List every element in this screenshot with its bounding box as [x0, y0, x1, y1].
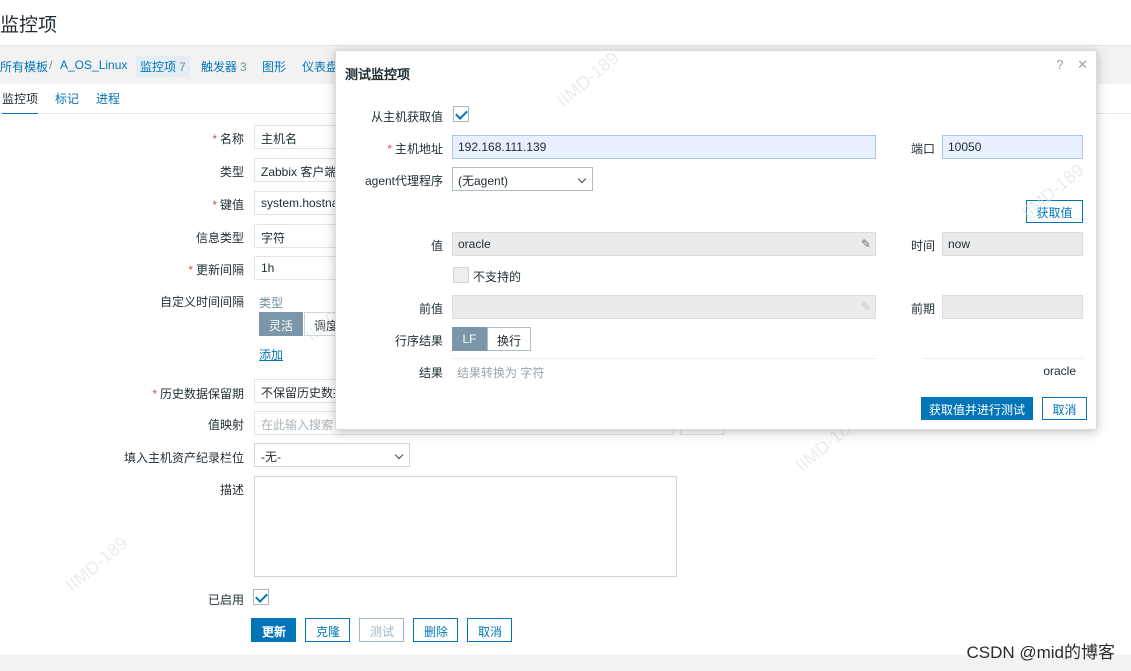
- port-input[interactable]: 10050: [942, 135, 1083, 159]
- info-type-label: 信息类型: [195, 231, 244, 245]
- edit-pencil-icon: ✎: [860, 300, 871, 314]
- tab-items[interactable]: 监控项: [2, 90, 39, 115]
- proxy-label: agent代理程序: [364, 174, 443, 188]
- custom-intervals-type-header: 类型: [259, 296, 284, 310]
- host-address-label: * 主机地址: [387, 142, 443, 156]
- mode-flexible-button[interactable]: 灵活: [259, 312, 304, 336]
- history-label: * 历史数据保留期: [152, 387, 244, 401]
- time-field[interactable]: now: [942, 232, 1083, 256]
- breadcrumb-triggers-label: 触发器: [201, 60, 238, 74]
- breadcrumb-dashboards[interactable]: 仪表盘: [302, 58, 338, 75]
- key-label: * 键值: [212, 198, 244, 212]
- description-textarea[interactable]: [254, 476, 677, 577]
- add-interval-link[interactable]: 添加: [259, 346, 283, 363]
- result-hint: 结果转换为 字符: [457, 366, 545, 380]
- cancel-button[interactable]: 取消: [467, 618, 512, 642]
- overlay-watermark: IIMD-189: [552, 47, 623, 111]
- breadcrumb-separator: /: [49, 58, 53, 72]
- enabled-label: 已启用: [207, 593, 244, 607]
- dialog-title: 测试监控项: [345, 67, 411, 82]
- host-address-label-text: 主机地址: [394, 142, 443, 156]
- breadcrumb-items[interactable]: 监控项 7: [136, 56, 190, 77]
- result-divider: [452, 358, 876, 359]
- tab-processing[interactable]: 进程: [96, 90, 120, 107]
- valuemap-label: 值映射: [207, 418, 244, 432]
- inventory-label: 填入主机资产纪录栏位: [123, 451, 244, 465]
- csdn-watermark: CSDN @mid的博客: [966, 643, 1115, 662]
- get-from-host-checkbox[interactable]: [453, 106, 469, 122]
- tab-tags[interactable]: 标记: [55, 90, 79, 107]
- overlay-watermark: IIMD-189: [61, 532, 132, 596]
- get-and-test-button[interactable]: 获取值并进行测试: [921, 397, 1033, 420]
- breadcrumb-items-label: 监控项: [140, 60, 177, 74]
- prev-value-field[interactable]: ✎: [452, 295, 876, 319]
- result-value: oracle: [1043, 364, 1076, 378]
- page-header: 监控项: [0, 0, 1131, 46]
- page-title: 监控项: [0, 15, 58, 36]
- not-supported-label: 不支持的: [473, 270, 522, 284]
- eol-label: 行序结果: [394, 334, 443, 348]
- time-label: 时间: [911, 239, 936, 253]
- host-address-input[interactable]: 192.168.111.139: [452, 135, 876, 159]
- update-interval-label-text: 更新间隔: [195, 263, 244, 277]
- result-label: 结果: [418, 366, 443, 380]
- update-interval-label: * 更新间隔: [188, 263, 244, 277]
- dialog-controls: ? ✕: [1046, 57, 1088, 73]
- port-label: 端口: [911, 142, 936, 156]
- dialog-cancel-button[interactable]: 取消: [1042, 397, 1087, 420]
- value-field[interactable]: oracle ✎: [452, 232, 876, 256]
- not-supported-checkbox[interactable]: [453, 267, 469, 283]
- prev-time-field[interactable]: [942, 295, 1083, 319]
- test-button[interactable]: 测试: [359, 618, 404, 642]
- prev-time-label: 前期: [911, 302, 936, 316]
- description-label: 描述: [219, 483, 244, 497]
- key-label-text: 键值: [219, 198, 244, 212]
- breadcrumb-triggers-count: 3: [240, 60, 247, 74]
- breadcrumb-items-count: 7: [179, 60, 186, 74]
- prev-value-label: 前值: [418, 302, 443, 316]
- breadcrumb-triggers[interactable]: 触发器 3: [201, 58, 247, 75]
- clone-button[interactable]: 克隆: [305, 618, 350, 642]
- value-text: oracle: [458, 237, 491, 251]
- breadcrumb-graphs[interactable]: 图形: [262, 58, 286, 75]
- get-from-host-label: 从主机获取值: [370, 110, 443, 124]
- close-icon[interactable]: ✕: [1077, 57, 1088, 72]
- eol-crlf-button[interactable]: 换行: [487, 327, 531, 351]
- name-label: * 名称: [212, 132, 244, 146]
- inventory-select[interactable]: -无-: [254, 443, 410, 467]
- breadcrumb-all-templates[interactable]: 所有模板: [0, 58, 48, 75]
- breadcrumb-template-name[interactable]: A_OS_Linux: [60, 58, 127, 72]
- delete-button[interactable]: 删除: [413, 618, 458, 642]
- help-icon[interactable]: ?: [1056, 57, 1063, 72]
- edit-pencil-icon[interactable]: ✎: [861, 237, 871, 251]
- footer-strip: [0, 655, 1131, 671]
- test-item-dialog: 测试监控项 ? ✕ 从主机获取值 * 主机地址 192.168.111.139 端…: [335, 47, 1097, 430]
- name-label-text: 名称: [219, 132, 244, 146]
- enabled-checkbox[interactable]: [253, 589, 269, 605]
- result-divider: [922, 358, 1083, 359]
- proxy-select[interactable]: (无agent): [452, 167, 593, 191]
- custom-intervals-label: 自定义时间间隔: [159, 295, 244, 309]
- update-button[interactable]: 更新: [251, 618, 296, 642]
- type-label: 类型: [219, 165, 244, 179]
- history-label-text: 历史数据保留期: [159, 387, 244, 401]
- value-label: 值: [430, 239, 443, 253]
- eol-lf-button[interactable]: LF: [452, 327, 487, 351]
